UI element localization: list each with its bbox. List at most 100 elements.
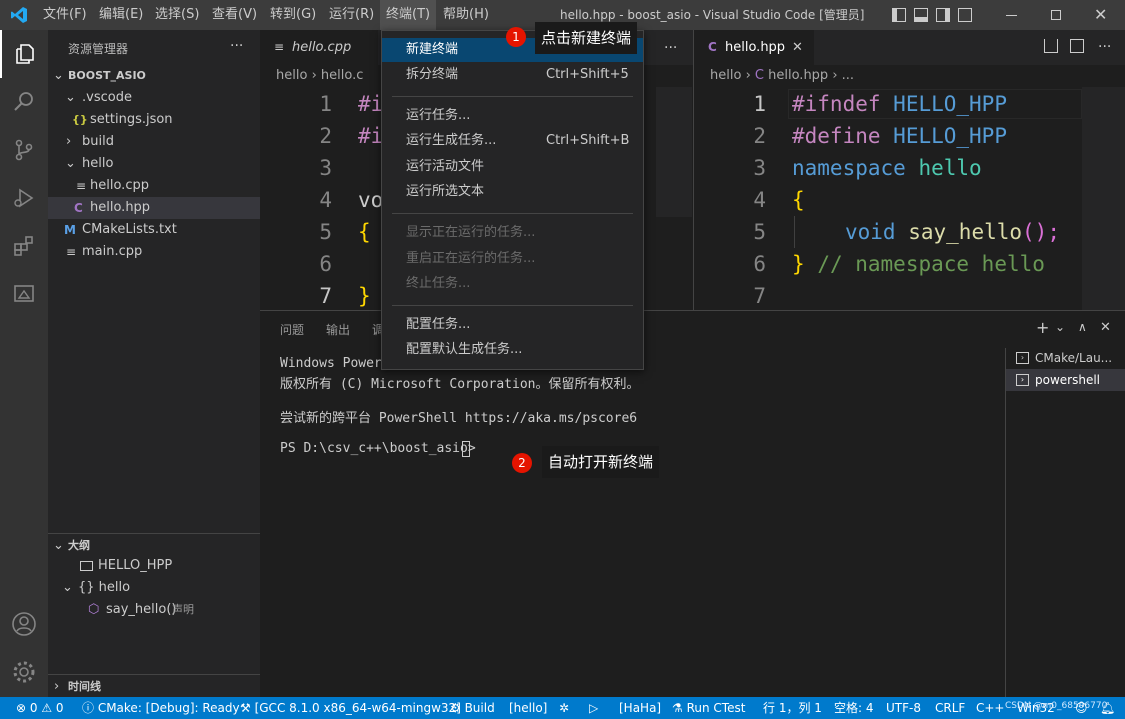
close-panel-icon[interactable]: ✕ <box>1100 320 1111 335</box>
menu-item-configure-tasks[interactable]: 配置任务... <box>382 313 643 337</box>
debug-bug-icon[interactable]: ✲ <box>559 697 569 719</box>
status-spaces[interactable]: 空格: 4 <box>834 697 874 719</box>
status-kit[interactable]: ⚒ [GCC 8.1.0 x86_64-w64-mingw32] <box>240 697 461 719</box>
status-build[interactable]: ⚙ Build <box>450 697 495 719</box>
run-debug-icon[interactable] <box>0 174 48 222</box>
minimap[interactable] <box>1082 87 1125 310</box>
outline-item-hello-hpp[interactable]: HELLO_HPP <box>48 555 260 577</box>
timeline-section-header[interactable]: › 时间线 <box>48 676 260 698</box>
line-number: 5 <box>319 220 332 244</box>
menu-item-run-selected-text[interactable]: 运行所选文本 <box>382 180 643 204</box>
menu-run[interactable]: 运行(R) <box>323 0 380 30</box>
code-line[interactable]: } // namespace hello <box>792 252 1045 276</box>
code-line[interactable]: namespace hello <box>792 156 982 180</box>
panel-tab-problems[interactable]: 问题 <box>280 321 304 338</box>
feedback-icon[interactable]: ☺ <box>1075 697 1088 719</box>
code-line[interactable]: #ifndef HELLO_HPP <box>792 92 1007 116</box>
split-editor-icon[interactable] <box>1070 39 1084 53</box>
code-line[interactable]: { <box>792 188 805 212</box>
outline-section-header[interactable]: ⌄ 大纲 <box>48 535 260 557</box>
code-line[interactable]: #define HELLO_HPP <box>792 124 1007 148</box>
close-tab-icon[interactable]: ✕ <box>792 30 803 65</box>
line-number: 2 <box>753 124 766 148</box>
more-actions-icon[interactable]: ··· <box>664 40 677 56</box>
status-problems[interactable]: ⊗ 0 ⚠ 0 <box>16 697 64 719</box>
menu-help[interactable]: 帮助(H) <box>437 0 495 30</box>
status-target[interactable]: [hello] <box>509 697 547 719</box>
extensions-icon[interactable] <box>0 222 48 270</box>
explorer-icon[interactable] <box>0 30 48 78</box>
chevron-down-icon[interactable]: ⌄ <box>1055 320 1065 334</box>
menu-selection[interactable]: 选择(S) <box>149 0 205 30</box>
tree-item-main-cpp[interactable]: ≡ main.cpp <box>48 241 260 263</box>
tab-hello-hpp[interactable]: C hello.hpp ✕ <box>694 30 814 65</box>
code-line[interactable]: #i <box>358 92 383 116</box>
terminal-prompt[interactable]: PS D:\csv_c++\boost_asio> <box>280 441 484 456</box>
folder-root[interactable]: ⌄ BOOST_ASIO <box>48 65 260 87</box>
tree-item-hello-cpp[interactable]: ≡ hello.cpp <box>48 175 260 197</box>
menu-separator <box>392 305 633 306</box>
remote-explorer-icon[interactable] <box>0 270 48 318</box>
breadcrumb-item[interactable]: hello <box>276 68 307 83</box>
toggle-sidebar-icon[interactable] <box>892 8 906 22</box>
search-icon[interactable] <box>0 78 48 126</box>
breadcrumb-item[interactable]: hello.c <box>321 68 363 83</box>
explorer-title: 资源管理器 <box>68 42 129 56</box>
menu-item-configure-default-build-task[interactable]: 配置默认生成任务... <box>382 338 643 362</box>
breadcrumb-item[interactable]: hello <box>710 68 741 83</box>
status-language[interactable]: C++ <box>976 697 1005 719</box>
code-line[interactable]: void say_hello(); <box>845 220 1060 244</box>
tree-item-label: hello.hpp <box>90 200 151 215</box>
terminal-list-item-powershell[interactable]: › powershell <box>1006 369 1125 391</box>
toggle-panel-icon[interactable] <box>914 8 928 22</box>
accounts-icon[interactable] <box>0 600 48 648</box>
close-icon[interactable]: ✕ <box>1094 5 1107 24</box>
breadcrumb-item[interactable]: hello.hpp <box>768 68 828 83</box>
code-line[interactable]: vo <box>358 188 383 212</box>
minimap[interactable] <box>656 87 692 217</box>
more-actions-icon[interactable]: ··· <box>1098 39 1111 55</box>
status-launch-target[interactable]: [HaHa] <box>619 697 661 719</box>
outline-item-namespace-hello[interactable]: ⌄ {} hello <box>48 577 260 599</box>
tree-item-vscode[interactable]: ⌄ .vscode <box>48 87 260 109</box>
open-changes-icon[interactable] <box>1044 39 1058 53</box>
code-line[interactable]: #i <box>358 124 383 148</box>
menu-item-run-task[interactable]: 运行任务... <box>382 104 643 128</box>
tree-item-hello-folder[interactable]: ⌄ hello <box>48 153 260 175</box>
tree-item-build[interactable]: › build <box>48 131 260 153</box>
menu-view[interactable]: 查看(V) <box>206 0 263 30</box>
manage-gear-icon[interactable] <box>0 648 48 696</box>
outline-item-say-hello[interactable]: ⬡ say_hello() 声明 <box>48 599 260 621</box>
tree-item-hello-hpp[interactable]: C hello.hpp <box>48 197 260 219</box>
status-encoding[interactable]: UTF-8 <box>886 697 921 719</box>
status-ctest[interactable]: ⚗ Run CTest <box>672 697 745 719</box>
notifications-bell-icon[interactable]: 🔔︎ <box>1100 697 1115 719</box>
menu-edit[interactable]: 编辑(E) <box>93 0 149 30</box>
terminal-list-item-cmake[interactable]: › CMake/Lau... <box>1006 347 1125 369</box>
menu-terminal[interactable]: 终端(T) <box>380 0 437 30</box>
tree-item-cmakelists[interactable]: M CMakeLists.txt <box>48 219 260 241</box>
maximize-icon[interactable] <box>1051 10 1061 20</box>
source-control-icon[interactable] <box>0 126 48 174</box>
status-cmake[interactable]: ⓘ CMake: [Debug]: Ready <box>82 697 240 719</box>
menu-item-run-active-file[interactable]: 运行活动文件 <box>382 155 643 179</box>
menu-item-split-terminal[interactable]: 拆分终端 Ctrl+Shift+5 <box>382 63 643 87</box>
panel-tab-output[interactable]: 输出 <box>326 321 350 338</box>
toggle-secondary-sidebar-icon[interactable] <box>936 8 950 22</box>
menu-goto[interactable]: 转到(G) <box>264 0 322 30</box>
menu-file[interactable]: 文件(F) <box>37 0 93 30</box>
tab-hello-cpp[interactable]: ≡ hello.cpp <box>260 30 378 65</box>
status-position[interactable]: 行 1，列 1 <box>763 697 822 719</box>
new-terminal-plus-icon[interactable]: + <box>1036 318 1049 337</box>
run-play-icon[interactable]: ▷ <box>589 697 598 719</box>
maximize-panel-icon[interactable]: ∧ <box>1078 320 1087 334</box>
breadcrumb-item[interactable]: ... <box>842 68 854 83</box>
code-line[interactable]: } <box>358 284 371 308</box>
menu-item-run-build-task[interactable]: 运行生成任务... Ctrl+Shift+B <box>382 129 643 153</box>
code-line[interactable]: { <box>358 220 371 244</box>
explorer-more-button[interactable]: ··· <box>230 38 243 54</box>
tree-item-settings-json[interactable]: {} settings.json <box>48 109 260 131</box>
customize-layout-icon[interactable] <box>958 8 972 22</box>
status-eol[interactable]: CRLF <box>935 697 965 719</box>
minimize-icon[interactable] <box>1006 15 1017 16</box>
